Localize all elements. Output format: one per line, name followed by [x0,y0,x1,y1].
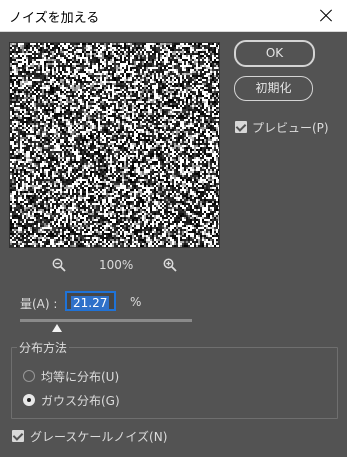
uniform-label: 均等に分布(U) [41,370,120,384]
amount-unit: % [130,295,142,309]
ok-button[interactable]: OK [234,40,315,67]
zoom-in-icon[interactable] [163,258,177,272]
add-noise-dialog: ノイズを加える 100% OK 初期化 プレビュー(P) 量(A) : 21.2… [0,0,347,457]
close-icon[interactable] [302,0,347,31]
title-bar: ノイズを加える [0,0,347,32]
noise-preview-image [10,43,219,247]
zoom-out-icon[interactable] [52,258,66,272]
amount-slider-thumb[interactable] [51,324,62,332]
dialog-title: ノイズを加える [9,11,100,26]
reset-button[interactable]: 初期化 [234,76,313,101]
gaussian-radio[interactable] [23,394,35,406]
noise-preview[interactable] [9,42,220,248]
amount-input[interactable]: 21.27 [65,291,116,311]
zoom-bar: 100% [52,257,182,275]
gaussian-label: ガウス分布(G) [41,394,120,408]
preview-label: プレビュー(P) [252,121,329,135]
zoom-value: 100% [99,258,134,272]
uniform-radio[interactable] [23,370,35,382]
amount-label: 量(A) : [20,297,58,311]
amount-value: 21.27 [71,296,110,310]
monochromatic-label: グレースケールノイズ(N) [30,430,168,444]
monochromatic-checkbox[interactable] [12,430,24,442]
preview-checkbox[interactable] [235,121,247,133]
distribution-title: 分布方法 [17,339,70,356]
amount-slider-track[interactable] [20,319,192,322]
